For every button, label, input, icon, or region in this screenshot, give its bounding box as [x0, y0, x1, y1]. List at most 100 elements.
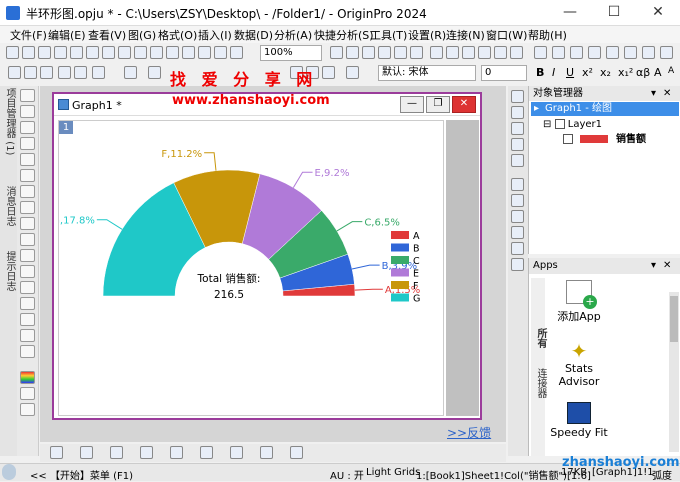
legend-swatch-C[interactable]: [391, 256, 409, 264]
legend-swatch-F[interactable]: [391, 281, 409, 289]
zoom-tool-icon[interactable]: [20, 105, 35, 118]
layer-tool-icon-11[interactable]: [511, 258, 524, 271]
new-workbook-icon[interactable]: [22, 46, 35, 59]
center-label[interactable]: Total 销售额:: [197, 272, 261, 285]
graph-restore-button[interactable]: ❐: [426, 96, 450, 113]
layer-tool-icon-7[interactable]: [511, 194, 524, 207]
new-3d-icon[interactable]: [118, 46, 131, 59]
data-reader-icon[interactable]: [20, 137, 35, 150]
project-explorer-icon[interactable]: [410, 46, 423, 59]
status-au[interactable]: AU : 开: [330, 467, 364, 482]
open-template-icon[interactable]: [182, 46, 195, 59]
pointer-tool-icon[interactable]: [20, 89, 35, 102]
3d-plot-icon[interactable]: [260, 446, 273, 459]
draw-tool-icon[interactable]: [20, 345, 35, 358]
app-icon-7[interactable]: [642, 46, 655, 59]
new-matrix-icon[interactable]: [54, 46, 67, 59]
font-size-select[interactable]: 0: [481, 65, 527, 81]
panel-close-icon[interactable]: ✕: [663, 86, 671, 101]
menu-data[interactable]: 数据(D): [234, 27, 273, 43]
center-value[interactable]: 216.5: [214, 289, 244, 301]
layer-tool-icon-1[interactable]: [511, 90, 524, 103]
merge-icon[interactable]: [74, 66, 87, 79]
sqrt-tool-icon[interactable]: [20, 297, 35, 310]
arrow-tool-icon[interactable]: [20, 233, 35, 246]
new-graph-icon[interactable]: [38, 46, 51, 59]
app-icon-3[interactable]: [570, 46, 583, 59]
line-plot-icon[interactable]: [50, 446, 63, 459]
label-C[interactable]: C,6.5%: [364, 218, 400, 229]
layer-tool-icon-3[interactable]: [511, 122, 524, 135]
menu-help[interactable]: 帮助(H): [528, 27, 567, 43]
menu-insert[interactable]: 插入(I): [198, 27, 232, 43]
graph-minimize-button[interactable]: —: [400, 96, 424, 113]
close-button[interactable]: ✕: [636, 0, 680, 26]
rescale-icon[interactable]: [40, 66, 53, 79]
apps-menu-icon[interactable]: ▾: [651, 258, 656, 274]
app-icon-1[interactable]: [534, 46, 547, 59]
add-layer-icon[interactable]: [58, 66, 71, 79]
legend-label-E[interactable]: E: [413, 269, 419, 280]
layer-icon[interactable]: [20, 387, 35, 400]
command-window-icon[interactable]: [394, 46, 407, 59]
plot-checkbox[interactable]: [563, 134, 573, 144]
project-explorer-tab[interactable]: 项目管理器 (1): [2, 88, 17, 155]
text-tool-icon[interactable]: [20, 217, 35, 230]
legend-label-C[interactable]: C: [413, 256, 420, 267]
image-tool-icon[interactable]: [20, 313, 35, 326]
layer-tool-icon-2[interactable]: [511, 106, 524, 119]
data-filter-icon[interactable]: [446, 46, 459, 59]
leader-B[interactable]: [351, 264, 380, 270]
graph-window[interactable]: Graph1 * — ❐ ✕ A,1.5% B,3.9% C,6.5% E,9.2% F…: [52, 92, 482, 420]
greek-button[interactable]: αβ: [636, 66, 650, 79]
collapse-icon[interactable]: ⊟: [543, 118, 551, 132]
label-G[interactable]: G,17.8%: [59, 216, 95, 227]
duplicate-icon[interactable]: [346, 46, 359, 59]
save-icon[interactable]: [198, 46, 211, 59]
apps-scroll-thumb[interactable]: [670, 296, 678, 342]
message-log-tab[interactable]: 消息日志: [2, 186, 17, 226]
menu-settings[interactable]: 设置(R): [408, 27, 446, 43]
leader-F[interactable]: [204, 152, 217, 171]
leader-C[interactable]: [336, 221, 363, 232]
layer-tool-icon-8[interactable]: [511, 210, 524, 223]
object-icon[interactable]: [20, 403, 35, 416]
layer-tool-icon-6[interactable]: [511, 178, 524, 191]
open-icon[interactable]: [166, 46, 179, 59]
layer-checkbox[interactable]: [554, 119, 565, 129]
region-select-icon[interactable]: [20, 201, 35, 214]
apps-tab-connectors[interactable]: 连接器: [533, 368, 548, 398]
menu-view[interactable]: 查看(V): [88, 27, 126, 43]
pan-right-icon[interactable]: [24, 66, 37, 79]
tree-plot-node[interactable]: 销售额: [563, 133, 646, 147]
pan-left-icon[interactable]: [8, 66, 21, 79]
scale-tool-icon[interactable]: [20, 121, 35, 134]
statistics-plot-icon[interactable]: [200, 446, 213, 459]
layout-icon[interactable]: [494, 46, 507, 59]
legend-label-G[interactable]: G: [413, 294, 420, 305]
code-builder-icon[interactable]: [362, 46, 375, 59]
menu-analysis[interactable]: 分析(A): [274, 27, 312, 43]
layer-tool-icon-9[interactable]: [511, 226, 524, 239]
legend-label-B[interactable]: B: [413, 244, 420, 255]
app-icon-8[interactable]: [660, 46, 673, 59]
layer-tool-icon-10[interactable]: [511, 242, 524, 255]
leader-G[interactable]: [96, 219, 123, 230]
app-stats-advisor[interactable]: ✦ Stats Advisor: [549, 340, 609, 388]
chart-icon[interactable]: [510, 46, 523, 59]
new-layout-icon[interactable]: [86, 46, 99, 59]
app-icon-6[interactable]: [624, 46, 637, 59]
feedback-link[interactable]: >>反馈: [447, 424, 491, 441]
subscript-button[interactable]: x₂: [600, 66, 611, 79]
new-folder-icon[interactable]: [134, 46, 147, 59]
arrange-icon[interactable]: [92, 66, 105, 79]
app-add[interactable]: + 添加App: [549, 280, 609, 324]
app-icon-4[interactable]: [588, 46, 601, 59]
graph-page[interactable]: A,1.5%B,3.9%C,6.5%E,9.2%F,11.2%G,17.8%To…: [58, 120, 444, 416]
line-tool-icon[interactable]: [20, 249, 35, 262]
legend-swatch-A[interactable]: [391, 231, 409, 239]
maximize-button[interactable]: ☐: [592, 0, 636, 26]
batch-icon[interactable]: [462, 46, 475, 59]
search-icon[interactable]: [2, 464, 16, 480]
contour-plot-icon[interactable]: [230, 446, 243, 459]
